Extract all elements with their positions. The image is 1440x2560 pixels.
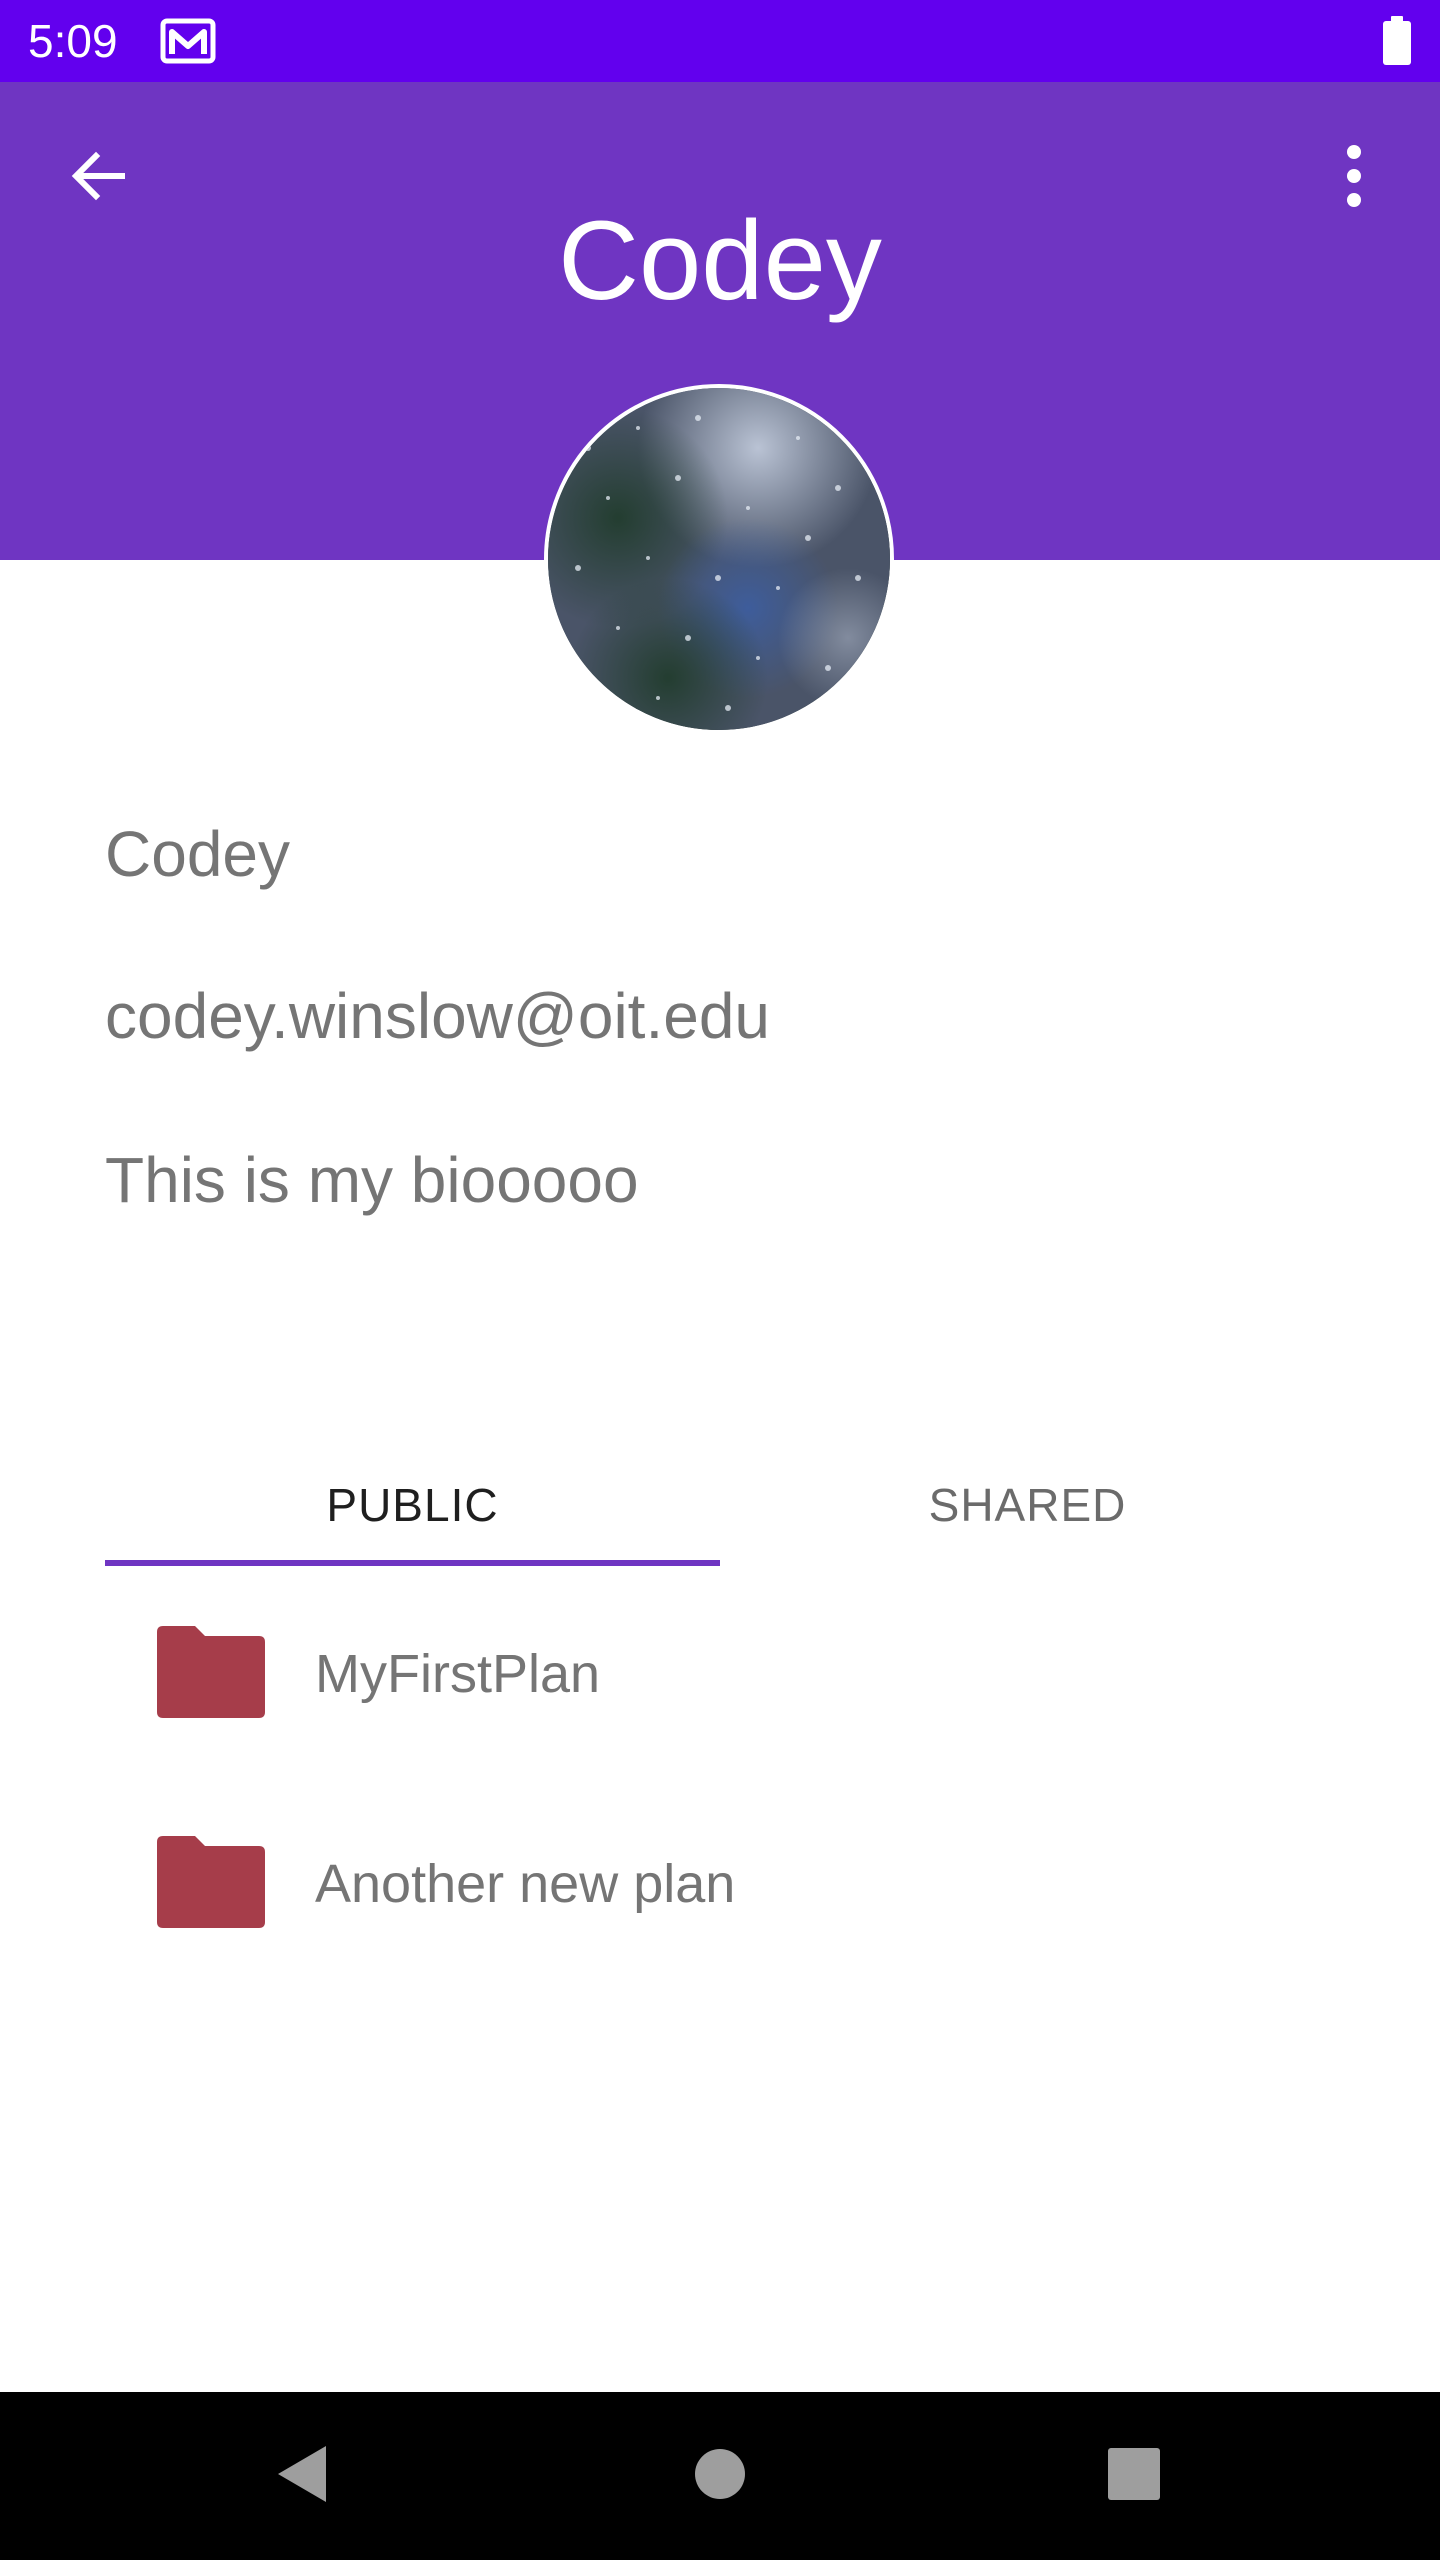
more-vert-icon xyxy=(1344,144,1364,213)
list-item[interactable]: MyFirstPlan xyxy=(105,1584,1335,1764)
folder-icon xyxy=(157,1626,265,1718)
tab-shared[interactable]: SHARED xyxy=(720,1440,1335,1570)
rain-window-photo xyxy=(548,388,890,730)
profile-bio: This is my biooooo xyxy=(105,1144,639,1216)
list-item[interactable]: Another new plan xyxy=(105,1794,1335,1974)
gmail-icon xyxy=(160,18,216,64)
page-title: Codey xyxy=(558,198,882,323)
plan-name: MyFirstPlan xyxy=(315,1644,601,1704)
folder-icon xyxy=(157,1836,265,1928)
nav-recents-icon xyxy=(1107,2447,1161,2506)
nav-home-icon xyxy=(693,2447,747,2506)
nav-back-icon xyxy=(272,2442,332,2511)
overflow-menu-button[interactable] xyxy=(1306,130,1402,226)
battery-full-icon xyxy=(1382,16,1412,66)
tab-public[interactable]: PUBLIC xyxy=(105,1440,720,1570)
profile-email: codey.winslow@oit.edu xyxy=(105,980,770,1052)
profile-screen: 5:09 Codey Codey codey.winslow@oit.edu T… xyxy=(0,0,1440,2560)
nav-home-button[interactable] xyxy=(670,2426,770,2526)
avatar[interactable] xyxy=(544,384,894,734)
nav-recents-button[interactable] xyxy=(1084,2426,1184,2526)
tab-indicator xyxy=(105,1560,720,1566)
system-nav-bar xyxy=(0,2392,1440,2560)
profile-name: Codey xyxy=(105,818,290,890)
status-time: 5:09 xyxy=(28,15,118,67)
plan-name: Another new plan xyxy=(315,1854,736,1914)
nav-back-button[interactable] xyxy=(252,2426,352,2526)
status-bar: 5:09 xyxy=(0,0,1440,82)
